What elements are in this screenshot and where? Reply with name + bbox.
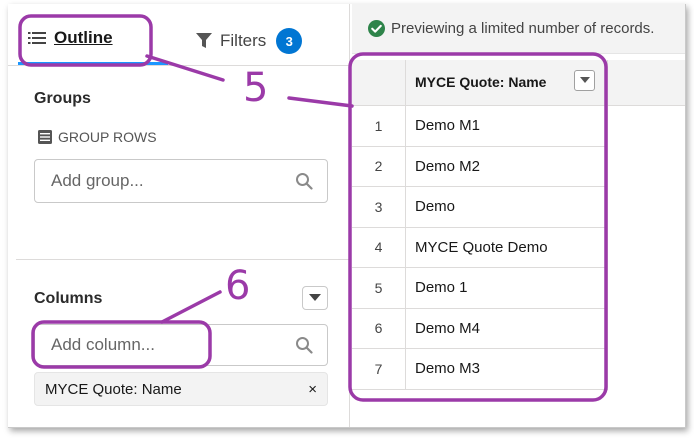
check-circle-icon — [368, 20, 385, 37]
column-border — [607, 349, 608, 389]
section-divider — [16, 259, 350, 260]
close-icon[interactable]: × — [308, 381, 317, 398]
column-border — [607, 268, 608, 308]
tab-outline-label: Outline — [54, 28, 113, 47]
table-cell-name[interactable]: Demo — [415, 187, 455, 227]
group-rows-label: GROUP ROWS — [38, 129, 157, 145]
report-builder-window: Outline Filters 3 Groups GROUP ROWS Add … — [8, 4, 686, 428]
table-icon — [38, 130, 52, 144]
chevron-down-icon — [579, 77, 590, 83]
filter-icon — [196, 33, 212, 48]
group-search-box — [34, 159, 328, 203]
preview-notice: Previewing a limited number of records. — [352, 4, 685, 54]
columns-heading: Columns — [34, 290, 103, 307]
column-border — [607, 227, 608, 267]
row-number: 4 — [352, 227, 406, 267]
groups-heading: Groups — [34, 90, 91, 107]
table-row[interactable]: 2 Demo M2 — [352, 146, 608, 187]
annotation-number-5: 5 — [243, 65, 269, 111]
table-cell-name[interactable]: Demo 1 — [415, 268, 468, 308]
search-icon — [296, 173, 313, 190]
table-header: MYCE Quote: Name — [352, 60, 685, 106]
table-cell-name[interactable]: Demo M3 — [415, 349, 480, 389]
tab-outline[interactable]: Outline — [18, 12, 113, 64]
table-row[interactable]: 7 Demo M3 — [352, 349, 608, 390]
row-number: 6 — [352, 308, 406, 348]
column-border — [607, 60, 608, 106]
columns-menu-button[interactable] — [302, 286, 328, 310]
table-row[interactable]: 4 MYCE Quote Demo — [352, 227, 608, 268]
row-number: 1 — [352, 106, 406, 146]
group-rows-text: GROUP ROWS — [58, 129, 157, 145]
row-number: 5 — [352, 268, 406, 308]
column-header-name[interactable]: MYCE Quote: Name — [415, 74, 546, 90]
panel-tab-bar: Outline Filters 3 — [8, 4, 350, 66]
outline-panel: Outline Filters 3 Groups GROUP ROWS Add … — [8, 4, 350, 427]
table-row[interactable]: 6 Demo M4 — [352, 308, 608, 349]
column-menu-button[interactable] — [574, 70, 595, 91]
tab-filters-label: Filters — [220, 31, 267, 50]
table-row[interactable]: 1 Demo M1 — [352, 106, 608, 147]
row-number-header — [352, 60, 406, 106]
row-number: 2 — [352, 146, 406, 186]
search-icon — [296, 337, 313, 354]
add-group-input[interactable] — [35, 171, 295, 191]
active-tab-indicator — [18, 62, 168, 65]
table-row[interactable]: 3 Demo — [352, 187, 608, 228]
tab-filters[interactable]: Filters 3 — [196, 28, 303, 54]
table-cell-name[interactable]: Demo M1 — [415, 106, 480, 146]
list-icon — [28, 32, 46, 44]
annotation-number-6: 6 — [225, 263, 251, 309]
add-column-input[interactable] — [35, 335, 295, 355]
column-border — [607, 187, 608, 227]
table-cell-name[interactable]: Demo M2 — [415, 147, 480, 187]
row-number: 3 — [352, 187, 406, 227]
column-search-box — [34, 324, 328, 366]
table-cell-name[interactable]: MYCE Quote Demo — [415, 228, 548, 268]
table-cell-name[interactable]: Demo M4 — [415, 309, 480, 349]
chevron-down-icon — [309, 294, 321, 301]
preview-message: Previewing a limited number of records. — [391, 20, 655, 37]
table-row[interactable]: 5 Demo 1 — [352, 268, 608, 309]
selected-column-pill[interactable]: MYCE Quote: Name × — [34, 372, 328, 406]
selected-column-label: MYCE Quote: Name — [45, 380, 182, 398]
column-border — [607, 106, 608, 146]
column-border — [607, 308, 608, 348]
row-number: 7 — [352, 349, 406, 389]
filters-count-badge: 3 — [276, 28, 303, 54]
column-border — [607, 146, 608, 186]
